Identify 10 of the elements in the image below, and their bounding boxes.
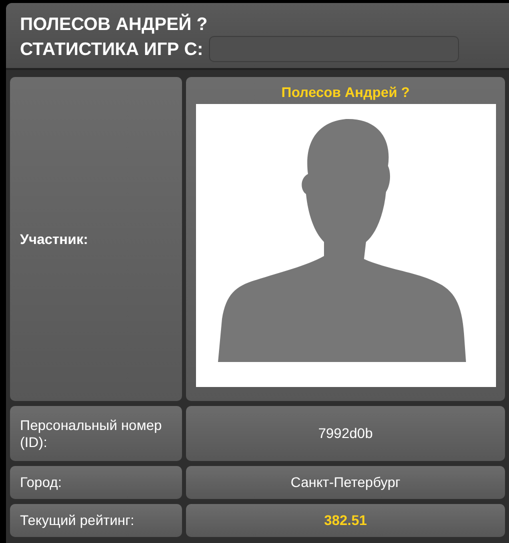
field-value: Санкт-Петербург xyxy=(290,474,400,491)
field-value: 7992d0b xyxy=(318,425,373,442)
player-name: Полесов Андрей ? xyxy=(281,84,410,101)
field-label: Участник: xyxy=(20,230,88,248)
field-label: Текущий рейтинг: xyxy=(20,512,134,529)
field-value: 382.51 xyxy=(324,512,367,529)
field-label: Город: xyxy=(20,474,62,491)
player-title: ПОЛЕСОВ АНДРЕЙ ? xyxy=(20,12,208,36)
field-label: Персональный номер (ID): xyxy=(20,416,163,450)
stats-label: СТАТИСТИКА ИГР С: xyxy=(20,38,204,61)
